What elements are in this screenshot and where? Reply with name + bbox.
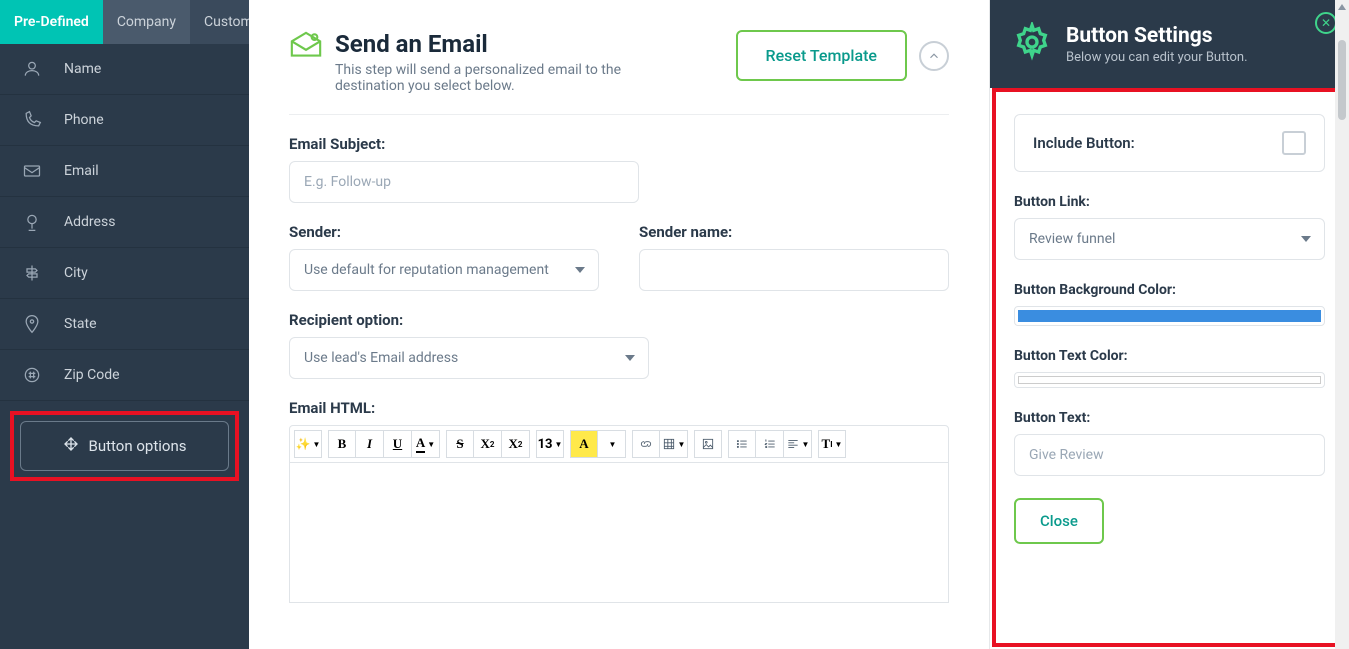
- include-button-checkbox[interactable]: [1282, 131, 1306, 155]
- email-subject-label: Email Subject:: [289, 135, 639, 153]
- scrollbar[interactable]: [1335, 0, 1349, 649]
- sidebar-item-address[interactable]: Address: [0, 197, 249, 248]
- sidebar-item-zipcode[interactable]: Zip Code: [0, 350, 249, 401]
- user-icon: [20, 59, 44, 79]
- button-link-label: Button Link:: [1014, 194, 1325, 210]
- panel-header: Button Settings Below you can edit your …: [990, 0, 1349, 88]
- button-text-color[interactable]: [1014, 372, 1325, 388]
- highlight-button[interactable]: A: [570, 430, 598, 458]
- button-bg-label: Button Background Color:: [1014, 282, 1325, 298]
- button-link-select[interactable]: Review funnel: [1014, 218, 1325, 260]
- clear-format-button[interactable]: TI▼: [818, 430, 846, 458]
- email-html-label: Email HTML:: [289, 399, 949, 417]
- color-swatch-blue: [1018, 310, 1321, 322]
- magic-button[interactable]: ▼: [294, 430, 322, 458]
- image-button[interactable]: [694, 430, 722, 458]
- sidebar: Pre-Defined Company Custom Name Phone: [0, 0, 249, 649]
- list-ol-icon: [763, 437, 777, 451]
- ul-button[interactable]: [728, 430, 756, 458]
- list-ul-icon: [735, 437, 749, 451]
- pin-icon: [20, 212, 44, 232]
- underline-button[interactable]: U: [384, 430, 412, 458]
- map-pin-icon: [20, 314, 44, 334]
- hash-icon: [20, 365, 44, 385]
- sidebar-item-label: Name: [64, 61, 101, 77]
- ol-button[interactable]: [756, 430, 784, 458]
- link-icon: [639, 437, 653, 451]
- move-icon: [63, 436, 79, 456]
- close-button[interactable]: Close: [1014, 498, 1104, 544]
- superscript-button[interactable]: X2: [474, 430, 502, 458]
- sender-name-input[interactable]: [639, 249, 949, 291]
- color-swatch-white: [1018, 376, 1321, 384]
- button-bg-color[interactable]: [1014, 306, 1325, 326]
- sidebar-item-label: City: [64, 265, 88, 281]
- button-text-color-label: Button Text Color:: [1014, 348, 1325, 364]
- panel-close-button[interactable]: ✕: [1315, 12, 1337, 34]
- subscript-button[interactable]: X2: [502, 430, 530, 458]
- bold-button[interactable]: B: [328, 430, 356, 458]
- sidebar-item-name[interactable]: Name: [0, 44, 249, 95]
- button-options[interactable]: Button options: [20, 421, 229, 471]
- sidebar-item-label: Zip Code: [64, 367, 120, 383]
- font-color-button[interactable]: A▼: [412, 430, 440, 458]
- sender-label: Sender:: [289, 223, 599, 241]
- tab-predefined[interactable]: Pre-Defined: [0, 0, 103, 44]
- sender-select[interactable]: Use default for reputation management: [289, 249, 599, 291]
- button-options-highlight: Button options: [10, 411, 239, 481]
- sidebar-list: Name Phone Email Address: [0, 44, 249, 649]
- recipient-label: Recipient option:: [289, 311, 649, 329]
- phone-icon: [20, 110, 44, 130]
- sidebar-item-state[interactable]: State: [0, 299, 249, 350]
- collapse-button[interactable]: [919, 41, 949, 71]
- editor-body[interactable]: [289, 463, 949, 603]
- gear-icon: [1012, 22, 1052, 66]
- tab-company[interactable]: Company: [103, 0, 190, 44]
- highlight-caret[interactable]: ▼: [598, 430, 626, 458]
- button-options-label: Button options: [89, 437, 187, 455]
- italic-button[interactable]: I: [356, 430, 384, 458]
- sidebar-item-label: State: [64, 316, 97, 332]
- panel-body-highlight: Include Button: Button Link: Review funn…: [992, 88, 1347, 647]
- signpost-icon: [20, 263, 44, 283]
- envelope-icon: [289, 30, 323, 94]
- sidebar-item-label: Email: [64, 163, 99, 179]
- editor-toolbar: ▼ B I U A▼ S X2 X2 13▼ A ▼: [289, 425, 949, 463]
- scroll-up-icon: [1338, 4, 1346, 10]
- table-icon: [662, 437, 676, 451]
- image-icon: [701, 437, 715, 451]
- reset-template-button[interactable]: Reset Template: [736, 30, 908, 81]
- sidebar-item-label: Phone: [64, 112, 104, 128]
- panel-title: Button Settings: [1066, 24, 1248, 48]
- fontsize-button[interactable]: 13▼: [536, 430, 564, 458]
- recipient-select[interactable]: Use lead's Email address: [289, 337, 649, 379]
- align-button[interactable]: ▼: [784, 430, 812, 458]
- main-header: Send an Email This step will send a pers…: [289, 30, 949, 115]
- main-content: Send an Email This step will send a pers…: [249, 0, 989, 649]
- button-text-label: Button Text:: [1014, 410, 1325, 426]
- sidebar-item-city[interactable]: City: [0, 248, 249, 299]
- chevron-up-icon: [927, 49, 941, 63]
- sidebar-tabs: Pre-Defined Company Custom: [0, 0, 249, 44]
- strike-button[interactable]: S: [446, 430, 474, 458]
- button-text-input[interactable]: [1014, 434, 1325, 476]
- link-button[interactable]: [632, 430, 660, 458]
- sidebar-item-email[interactable]: Email: [0, 146, 249, 197]
- sidebar-item-label: Address: [64, 214, 115, 230]
- settings-panel: Button Settings Below you can edit your …: [989, 0, 1349, 649]
- include-button-label: Include Button:: [1033, 134, 1135, 152]
- mail-icon: [20, 161, 44, 181]
- close-icon: ✕: [1321, 16, 1331, 30]
- sidebar-item-phone[interactable]: Phone: [0, 95, 249, 146]
- table-button[interactable]: ▼: [660, 430, 688, 458]
- align-icon: [786, 437, 800, 451]
- sender-name-label: Sender name:: [639, 223, 949, 241]
- page-subtitle: This step will send a personalized email…: [335, 62, 685, 94]
- panel-subtitle: Below you can edit your Button.: [1066, 50, 1248, 65]
- email-subject-input[interactable]: [289, 161, 639, 203]
- page-title: Send an Email: [335, 30, 685, 58]
